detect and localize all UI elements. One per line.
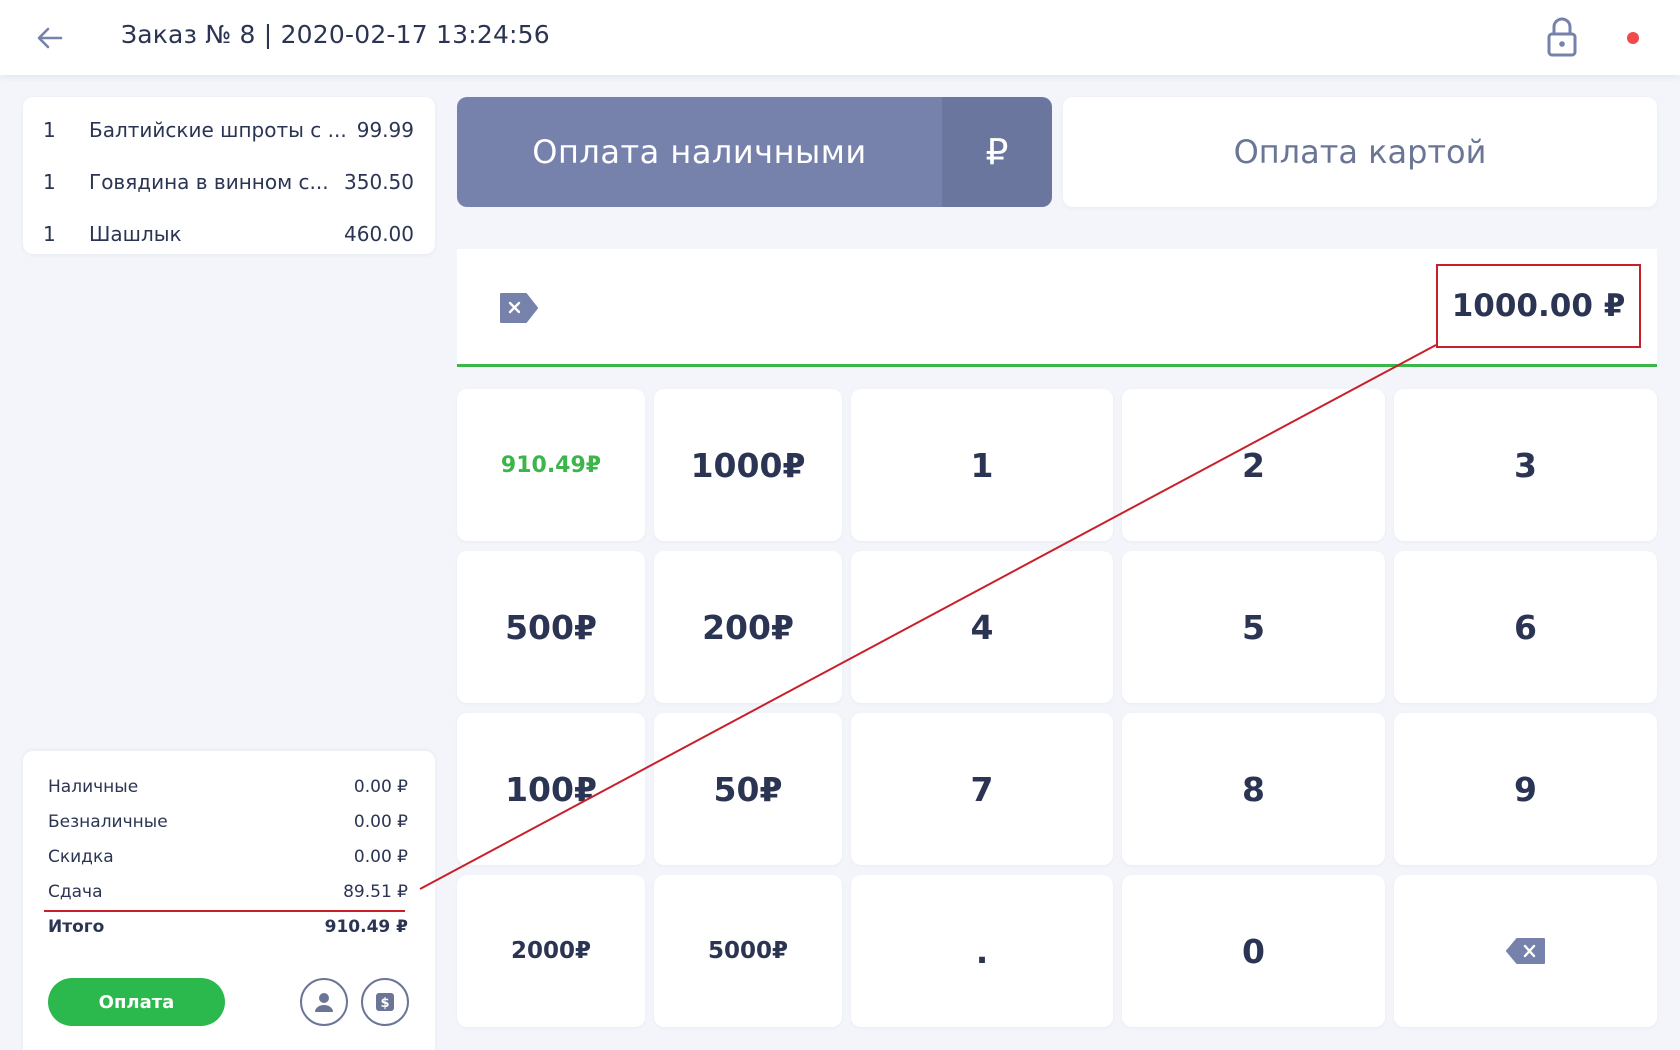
summary-label: Скидка xyxy=(48,847,114,867)
key-500[interactable]: 500₽ xyxy=(457,551,645,703)
item-quantity: 1 xyxy=(43,222,56,246)
status-indicator-dot xyxy=(1627,32,1639,44)
key-decimal-point[interactable]: . xyxy=(851,875,1113,1027)
summary-value: 0.00 ₽ xyxy=(353,847,408,867)
order-summary: Наличные 0.00 ₽ Безналичные 0.00 ₽ Скидк… xyxy=(23,751,435,1050)
key-2000[interactable]: 2000₽ xyxy=(457,875,645,1027)
lock-button[interactable] xyxy=(1544,16,1580,58)
amount-value[interactable]: 1000.00 ₽ xyxy=(1436,264,1641,348)
summary-label: Итого xyxy=(48,917,105,937)
key-digit-4[interactable]: 4 xyxy=(851,551,1113,703)
cash-drawer-button[interactable]: $ xyxy=(361,978,409,1026)
svg-text:$: $ xyxy=(380,996,389,1011)
order-item-row[interactable]: 1 Балтийские шпроты с ... 99.99 xyxy=(23,105,435,157)
summary-value: 910.49 ₽ xyxy=(324,917,408,937)
item-price: 99.99 xyxy=(356,118,414,142)
key-digit-7[interactable]: 7 xyxy=(851,713,1113,865)
summary-value: 0.00 ₽ xyxy=(353,777,408,797)
summary-value: 0.00 ₽ xyxy=(353,812,408,832)
key-5000[interactable]: 5000₽ xyxy=(654,875,842,1027)
header-bar: Заказ № 8 | 2020-02-17 13:24:56 xyxy=(0,0,1680,75)
key-digit-5[interactable]: 5 xyxy=(1122,551,1385,703)
key-digit-3[interactable]: 3 xyxy=(1394,389,1657,541)
customer-button[interactable] xyxy=(300,978,348,1026)
key-100[interactable]: 100₽ xyxy=(457,713,645,865)
key-digit-1[interactable]: 1 xyxy=(851,389,1113,541)
summary-label: Безналичные xyxy=(48,812,168,832)
backspace-icon xyxy=(1505,938,1545,964)
order-item-row[interactable]: 1 Шашлык 460.00 xyxy=(23,209,435,261)
key-digit-6[interactable]: 6 xyxy=(1394,551,1657,703)
item-name: Шашлык xyxy=(89,222,182,246)
dollar-bill-icon: $ xyxy=(376,993,394,1011)
keypad: 910.49₽ 1000₽ 1 2 3 500₽ 200₽ 4 5 6 100₽… xyxy=(457,389,1657,1029)
cash-payment-tab[interactable]: Оплата наличными ₽ xyxy=(457,97,1052,207)
key-200[interactable]: 200₽ xyxy=(654,551,842,703)
amount-input-area: 1000.00 ₽ xyxy=(457,249,1657,367)
item-name: Говядина в винном с... xyxy=(89,170,329,194)
item-quantity: 1 xyxy=(43,170,56,194)
summary-label: Сдача xyxy=(48,882,103,902)
key-digit-8[interactable]: 8 xyxy=(1122,713,1385,865)
card-payment-tab[interactable]: Оплата картой xyxy=(1063,97,1657,207)
key-backspace[interactable] xyxy=(1394,875,1657,1027)
clear-tag-icon xyxy=(500,293,538,323)
arrow-left-icon xyxy=(37,27,63,49)
lock-icon xyxy=(1547,17,1577,57)
item-price: 460.00 xyxy=(344,222,414,246)
cash-payment-label: Оплата наличными xyxy=(457,97,942,207)
pay-button[interactable]: Оплата xyxy=(48,978,225,1026)
order-item-row[interactable]: 1 Говядина в винном с... 350.50 xyxy=(23,157,435,209)
order-items-list: 1 Балтийские шпроты с ... 99.99 1 Говяди… xyxy=(23,97,435,254)
key-suggested-amount[interactable]: 910.49₽ xyxy=(457,389,645,541)
key-digit-0[interactable]: 0 xyxy=(1122,875,1385,1027)
back-button[interactable] xyxy=(32,20,68,56)
key-50[interactable]: 50₽ xyxy=(654,713,842,865)
order-title: Заказ № 8 | 2020-02-17 13:24:56 xyxy=(121,20,550,49)
key-1000[interactable]: 1000₽ xyxy=(654,389,842,541)
user-icon xyxy=(315,993,333,1012)
item-price: 350.50 xyxy=(344,170,414,194)
summary-label: Наличные xyxy=(48,777,139,797)
currency-ruble-label: ₽ xyxy=(942,97,1052,207)
key-digit-2[interactable]: 2 xyxy=(1122,389,1385,541)
key-digit-9[interactable]: 9 xyxy=(1394,713,1657,865)
summary-value: 89.51 ₽ xyxy=(343,882,408,902)
clear-input-button[interactable] xyxy=(498,291,540,325)
item-name: Балтийские шпроты с ... xyxy=(89,118,347,142)
item-quantity: 1 xyxy=(43,118,56,142)
